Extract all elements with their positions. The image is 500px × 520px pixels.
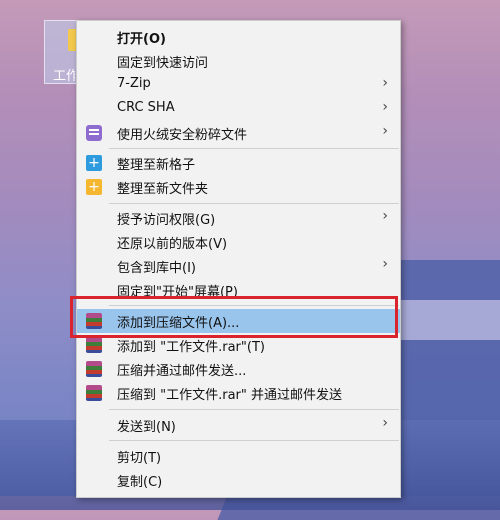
chevron-right-icon: › [382,99,388,115]
menu-item-label: 整理至新格子 [117,158,196,173]
menu-item-copy[interactable]: 复制(C) [77,468,400,492]
menu-item-grant-access[interactable]: 授予访问权限(G) › [77,206,400,230]
menu-item-open[interactable]: 打开(O) [77,25,400,49]
menu-item-label: 整理至新文件夹 [117,182,209,197]
menu-item-label: 固定到快速访问 [117,56,209,71]
menu-item-compress-rar-email[interactable]: 压缩到 "工作文件.rar" 并通过邮件发送 [77,381,400,405]
menu-item-label: 使用火绒安全粉碎文件 [117,128,248,143]
menu-item-7zip[interactable]: 7-Zip › [77,73,400,97]
chevron-right-icon: › [382,75,388,91]
menu-separator [109,203,399,204]
menu-item-compress-email[interactable]: 压缩并通过邮件发送... [77,357,400,381]
menu-item-new-grid[interactable]: + 整理至新格子 [77,151,400,175]
shredder-icon [86,125,102,141]
add-blue-icon: + [86,155,102,171]
chevron-right-icon: › [382,123,388,139]
menu-item-send-to[interactable]: 发送到(N) › [77,413,400,437]
menu-item-restore-versions[interactable]: 还原以前的版本(V) [77,230,400,254]
menu-item-label: 授予访问权限(G) [117,213,216,228]
chevron-right-icon: › [382,256,388,272]
menu-item-label: 包含到库中(I) [117,261,196,276]
context-menu: 打开(O) 固定到快速访问 7-Zip › CRC SHA › 使用火绒安全粉碎… [76,20,401,498]
menu-item-label: 复制(C) [117,475,163,490]
menu-separator [109,148,399,149]
add-yellow-icon: + [86,179,102,195]
menu-item-new-folder[interactable]: + 整理至新文件夹 [77,175,400,199]
menu-item-label: CRC SHA [117,100,175,115]
winrar-icon [86,337,102,353]
menu-item-cut[interactable]: 剪切(T) [77,444,400,468]
menu-separator [109,409,399,410]
menu-item-label: 7-Zip [117,76,151,91]
desktop-folder-label: 工作文件 [53,69,75,84]
menu-item-huorong-shred[interactable]: 使用火绒安全粉碎文件 › [77,121,400,145]
menu-item-label: 剪切(T) [117,451,162,466]
menu-item-label: 还原以前的版本(V) [117,237,228,252]
menu-item-label: 压缩到 "工作文件.rar" 并通过邮件发送 [117,388,343,403]
menu-item-label: 添加到 "工作文件.rar"(T) [117,340,265,355]
menu-item-pin-quick-access[interactable]: 固定到快速访问 [77,49,400,73]
chevron-right-icon: › [382,208,388,224]
menu-item-label: 发送到(N) [117,420,176,435]
winrar-icon [86,361,102,377]
winrar-icon [86,385,102,401]
menu-separator [109,440,399,441]
highlight-callout-box [70,296,398,338]
menu-item-label: 压缩并通过邮件发送... [117,364,247,379]
menu-item-include-library[interactable]: 包含到库中(I) › [77,254,400,278]
menu-item-label: 打开(O) [117,32,166,47]
menu-item-crc-sha[interactable]: CRC SHA › [77,97,400,121]
chevron-right-icon: › [382,415,388,431]
